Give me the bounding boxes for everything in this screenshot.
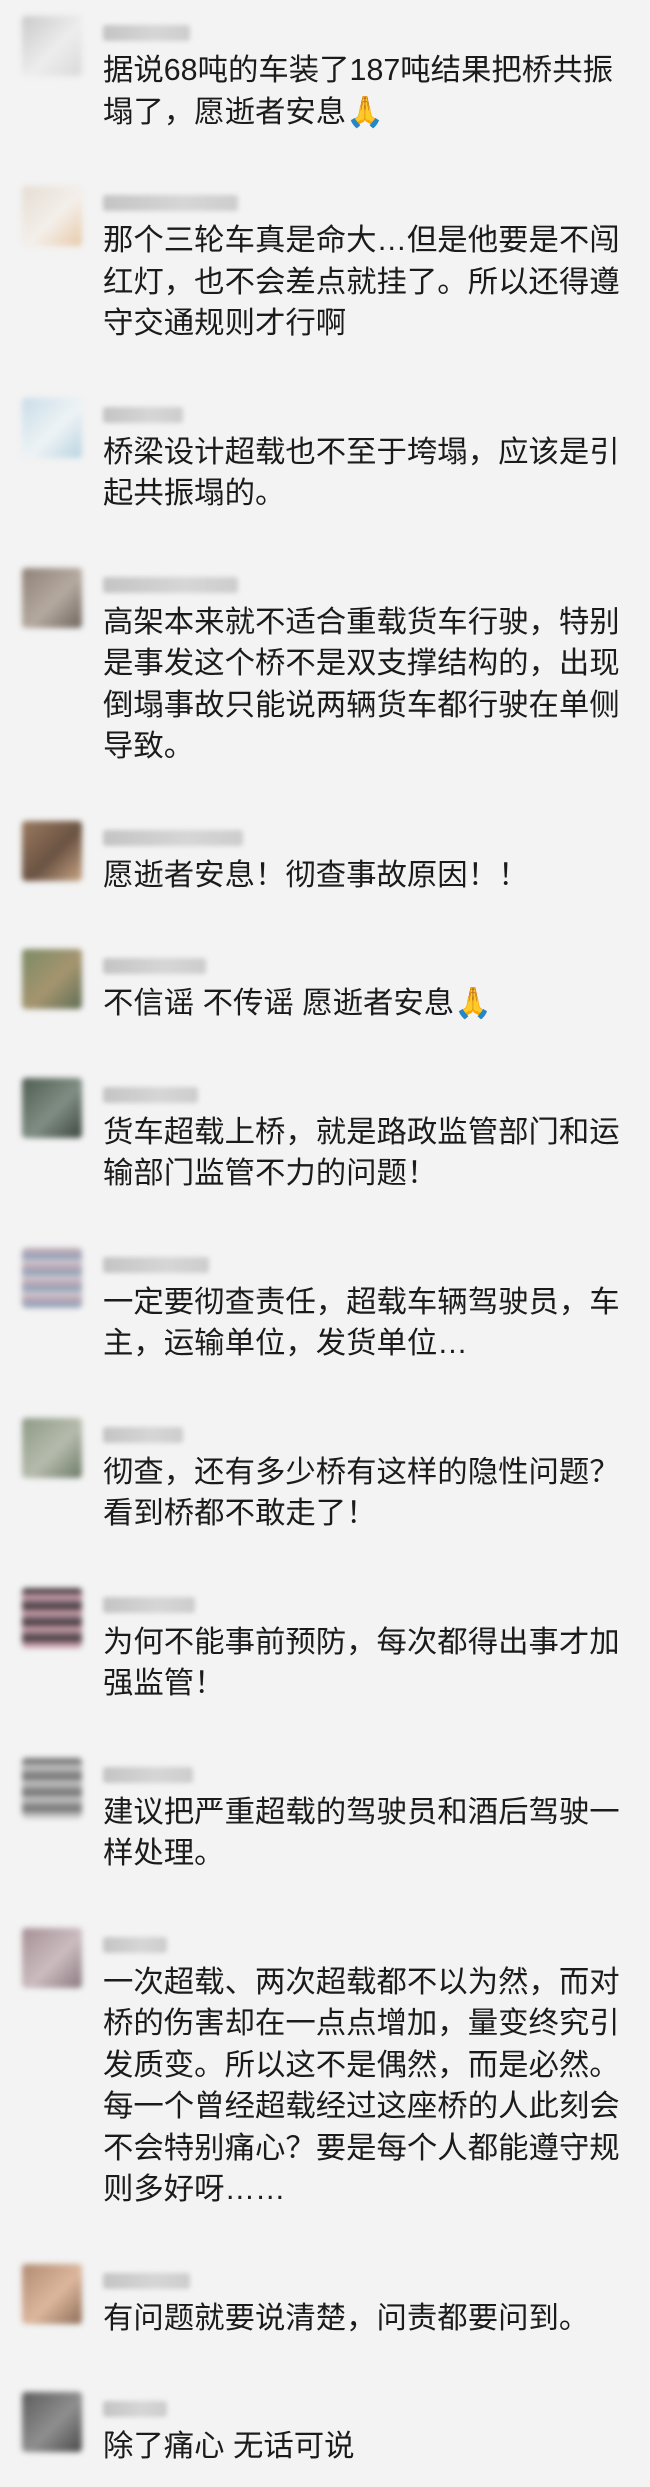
commenter-name[interactable] xyxy=(103,1758,650,1792)
blurred-name-bar xyxy=(103,1086,198,1103)
comment-list: 据说68吨的车装了187吨结果把桥共振塌了，愿逝者安息🙏 那个三轮车真是命大…但… xyxy=(0,0,650,2487)
comment-item: 建议把严重超载的驾驶员和酒后驾驶一样处理。 xyxy=(0,1742,650,1912)
blurred-name-bar xyxy=(103,829,243,846)
commenter-name[interactable] xyxy=(103,568,650,602)
commenter-name[interactable] xyxy=(103,821,650,855)
comment-text: 建议把严重超载的驾驶员和酒后驾驶一样处理。 xyxy=(103,1794,620,1871)
comment-item: 为何不能事前预防，每次都得出事才加强监管！ xyxy=(0,1572,650,1742)
comment-item: 据说68吨的车装了187吨结果把桥共振塌了，愿逝者安息🙏 xyxy=(0,0,650,170)
comment-text: 桥梁设计超载也不至于垮塌，应该是引起共振塌的。 xyxy=(103,434,620,511)
commenter-name[interactable] xyxy=(103,186,650,220)
comment-item: 除了痛心 无话可说 xyxy=(0,2376,650,2486)
blurred-name-bar xyxy=(103,1426,183,1443)
comment-item: 一次超载、两次超载都不以为然，而对桥的伤害却在一点点增加，量变终究引发质变。所以… xyxy=(0,1912,650,2248)
avatar[interactable] xyxy=(22,2263,82,2324)
blurred-name-bar xyxy=(103,958,206,974)
commenter-name[interactable] xyxy=(103,949,650,983)
avatar[interactable] xyxy=(22,1247,82,1308)
avatar[interactable] xyxy=(22,1417,82,1478)
comment-text: 除了痛心 无话可说 xyxy=(103,2429,355,2463)
comment-item: 那个三轮车真是命大…但是他要是不闯红灯，也不会差点就挂了。所以还得遵守交通规则才… xyxy=(0,170,650,382)
commenter-name[interactable] xyxy=(103,1418,650,1452)
comment-item: 有问题就要说清楚，问责都要问到。 xyxy=(0,2248,650,2377)
commenter-name[interactable] xyxy=(103,1248,650,1282)
avatar[interactable] xyxy=(22,397,82,458)
blurred-name-bar xyxy=(103,1256,209,1273)
comment-item: 高架本来就不适合重载货车行驶，特别是事发这个桥不是双支撑结构的，出现倒塌事故只能… xyxy=(0,552,650,805)
comment-text: 据说68吨的车装了187吨结果把桥共振塌了，愿逝者安息🙏 xyxy=(103,53,613,129)
comment-text: 为何不能事前预防，每次都得出事才加强监管！ xyxy=(103,1624,620,1701)
commenter-name[interactable] xyxy=(103,1588,650,1622)
comment-item: 桥梁设计超载也不至于垮塌，应该是引起共振塌的。 xyxy=(0,382,650,552)
comment-text: 有问题就要说清楚，问责都要问到。 xyxy=(103,2300,590,2335)
avatar[interactable] xyxy=(22,820,82,881)
comment-text: 一定要彻查责任，超载车辆驾驶员，车主，运输单位，发货单位… xyxy=(103,1284,620,1361)
blurred-name-bar xyxy=(103,2272,190,2289)
comment-text: 货车超载上桥，就是路政监管部门和运输部门监管不力的问题！ xyxy=(103,1114,620,1191)
avatar[interactable] xyxy=(22,16,82,76)
commenter-name[interactable] xyxy=(103,16,650,50)
comment-item: 彻查，还有多少桥有这样的隐性问题？看到桥都不敢走了！ xyxy=(0,1402,650,1572)
avatar[interactable] xyxy=(22,2392,82,2452)
commenter-name[interactable] xyxy=(103,398,650,432)
blurred-name-bar xyxy=(103,576,238,593)
avatar[interactable] xyxy=(22,1077,82,1138)
comment-text: 不信谣 不传谣 愿逝者安息🙏 xyxy=(103,986,493,1020)
avatar[interactable] xyxy=(22,186,82,246)
blurred-name-bar xyxy=(103,1766,193,1783)
comment-item: 愿逝者安息！彻查事故原因！！ xyxy=(0,805,650,934)
avatar[interactable] xyxy=(22,1757,82,1818)
comment-text: 高架本来就不适合重载货车行驶，特别是事发这个桥不是双支撑结构的，出现倒塌事故只能… xyxy=(103,604,620,764)
commenter-name[interactable] xyxy=(103,1078,650,1112)
avatar[interactable] xyxy=(22,949,82,1009)
comment-item: 一定要彻查责任，超载车辆驾驶员，车主，运输单位，发货单位… xyxy=(0,1232,650,1402)
avatar[interactable] xyxy=(22,1587,82,1648)
blurred-name-bar xyxy=(103,1596,195,1613)
avatar[interactable] xyxy=(22,567,82,628)
blurred-name-bar xyxy=(103,1936,167,1953)
comment-text: 愿逝者安息！彻查事故原因！！ xyxy=(103,857,529,892)
blurred-name-bar xyxy=(103,195,238,211)
comment-text: 彻查，还有多少桥有这样的隐性问题？看到桥都不敢走了！ xyxy=(103,1454,620,1531)
comment-text: 那个三轮车真是命大…但是他要是不闯红灯，也不会差点就挂了。所以还得遵守交通规则才… xyxy=(103,223,620,340)
comment-item: 货车超载上桥，就是路政监管部门和运输部门监管不力的问题！ xyxy=(0,1062,650,1232)
blurred-name-bar xyxy=(103,2401,167,2417)
blurred-name-bar xyxy=(103,25,190,41)
commenter-name[interactable] xyxy=(103,1928,650,1962)
commenter-name[interactable] xyxy=(103,2392,650,2426)
blurred-name-bar xyxy=(103,406,183,423)
comment-text: 一次超载、两次超载都不以为然，而对桥的伤害却在一点点增加，量变终究引发质变。所以… xyxy=(103,1964,620,2207)
commenter-name[interactable] xyxy=(103,2264,650,2298)
comment-item: 不信谣 不传谣 愿逝者安息🙏 xyxy=(0,933,650,1062)
avatar[interactable] xyxy=(22,1927,82,1988)
